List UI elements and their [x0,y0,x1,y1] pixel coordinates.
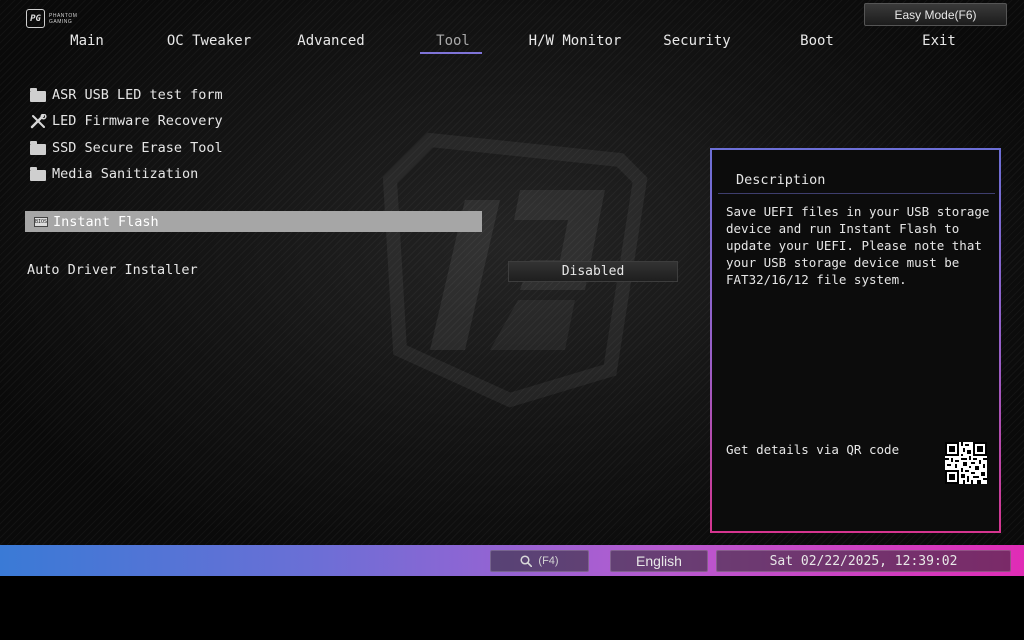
search-button[interactable]: (F4) [490,550,589,572]
menu-item-ssd-secure-erase-tool[interactable]: SSD Secure Erase Tool [30,138,223,158]
language-button[interactable]: English [610,550,708,572]
footer-blank [0,576,1024,640]
easy-mode-button[interactable]: Easy Mode(F6) [864,3,1007,26]
qr-code-label: Get details via QR code [726,442,900,457]
tab-hw-monitor[interactable]: H/W Monitor [514,30,636,52]
logo-mark: PG [26,9,45,28]
menu-item-instant-flash[interactable]: BIOS Instant Flash [25,211,482,232]
logo-text-line2: GAMING [49,18,73,25]
menu-item-asr-usb-led-test-form[interactable]: ASR USB LED test form [30,85,223,105]
menu-item-label: SSD Secure Erase Tool [52,140,223,156]
bios-chip-icon: BIOS [34,216,48,227]
logo-text-line1: PHANTOM [49,12,78,19]
folder-icon [30,140,48,155]
description-title: Description [736,172,826,188]
menu-item-label: Instant Flash [53,213,159,230]
menu-item-led-firmware-recovery[interactable]: LED Firmware Recovery [30,111,223,131]
search-icon [520,555,533,567]
tab-tool[interactable]: Tool [392,30,514,52]
active-tab-underline [420,52,482,54]
menu-item-label: ASR USB LED test form [52,87,223,103]
description-divider [718,193,995,194]
auto-driver-installer-dropdown[interactable]: Disabled [508,261,678,282]
tab-exit[interactable]: Exit [878,30,1000,52]
auto-driver-installer-label: Auto Driver Installer [27,262,198,278]
folder-icon [30,87,48,102]
tab-advanced[interactable]: Advanced [270,30,392,52]
search-shortcut-label: (F4) [538,555,559,567]
menu-item-media-sanitization[interactable]: Media Sanitization [30,164,198,184]
tab-oc-tweaker[interactable]: OC Tweaker [148,30,270,52]
menu-item-label: Media Sanitization [52,166,199,182]
description-panel: Description Save UEFI files in your USB … [710,148,1001,533]
tab-boot[interactable]: Boot [756,30,878,52]
qr-code-icon [945,442,987,484]
tab-main[interactable]: Main [26,30,148,52]
main-nav: Main OC Tweaker Advanced Tool H/W Monito… [26,30,1002,56]
tools-icon [30,113,48,128]
tab-security[interactable]: Security [636,30,758,52]
bottom-status-bar: (F4) English Sat 02/22/2025, 12:39:02 [0,545,1024,576]
menu-item-label: LED Firmware Recovery [52,113,223,129]
phantom-gaming-logo: PG PHANTOM GAMING [26,9,77,28]
folder-icon [30,166,48,181]
datetime-display: Sat 02/22/2025, 12:39:02 [716,550,1011,572]
description-text: Save UEFI files in your USB storage devi… [726,204,990,287]
